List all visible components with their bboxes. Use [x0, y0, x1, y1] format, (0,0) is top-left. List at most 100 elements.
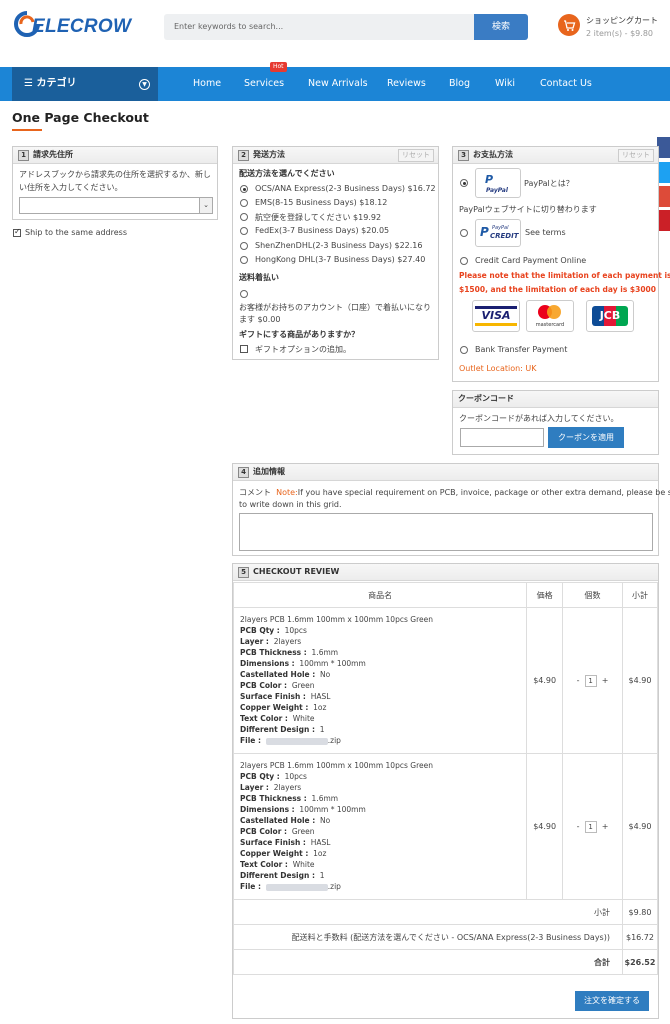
categories-menu[interactable]: ☰ カテゴリ ▼ [12, 67, 158, 101]
cod-title: 送料着払い [239, 273, 279, 282]
cod-desc: お客様がお持ちのアカウント（口座）で着払いになり [239, 303, 431, 312]
cod-radio[interactable] [240, 290, 248, 298]
qty-cell: - 1 + [562, 607, 623, 754]
coupon-input[interactable] [460, 428, 544, 447]
search-button[interactable]: 検索 [474, 14, 528, 40]
spec-value: No [320, 670, 331, 679]
categories-label: カテゴリ [36, 78, 77, 89]
spec-line: PCB Thickness : 1.6mm [240, 794, 338, 803]
spec-value: Green [291, 827, 315, 836]
spec-value: 10pcs [284, 772, 307, 781]
search-input[interactable]: Enter keywords to search... [164, 14, 476, 40]
nav-home[interactable]: Home [193, 67, 221, 101]
qty-increase-button[interactable]: + [602, 822, 609, 831]
coupon-panel: クーポンコード クーポンコードがあれば入力してください。 クーポンを適用 [452, 390, 659, 455]
nav-blog[interactable]: Blog [449, 67, 470, 101]
nav-contact-us[interactable]: Contact Us [540, 67, 592, 101]
spec-key: Castellated Hole : [240, 670, 316, 679]
step-number: 1 [18, 150, 29, 161]
spec-line: Castellated Hole : No [240, 670, 330, 679]
subtotal-row: 小計 $9.80 [233, 899, 659, 925]
spec-value: No [320, 816, 331, 825]
bank-transfer-radio[interactable] [460, 346, 468, 354]
shipping-reset-button[interactable]: リセット [398, 149, 434, 162]
same-address-label: Ship to the same address [25, 228, 127, 237]
spec-value: 2layers [273, 783, 302, 792]
total-label: 合計 [233, 949, 623, 975]
nav-wiki[interactable]: Wiki [495, 67, 515, 101]
price-cell: $4.90 [526, 607, 564, 754]
paypal-credit-radio[interactable] [460, 229, 468, 237]
file-ext: .zip [327, 882, 341, 891]
shipping-radio-szdhl[interactable] [240, 242, 248, 250]
spec-key: PCB Qty : [240, 626, 280, 635]
shipping-radio-ocs[interactable] [240, 185, 248, 193]
qty-increase-button[interactable]: + [602, 676, 609, 685]
shipping-radio-fedex[interactable] [240, 227, 248, 235]
review-table: 商品名 価格 個数 小計 2layers PCB 1.6mm 100mm x 1… [232, 582, 659, 975]
nav-reviews[interactable]: Reviews [387, 67, 426, 101]
spec-line: Castellated Hole : No [240, 816, 330, 825]
paypal-logo-text: PayPal [486, 187, 508, 194]
file-label: File : [240, 882, 261, 891]
product-details: 2layers PCB 1.6mm 100mm x 100mm 10pcs Gr… [234, 608, 526, 753]
checkout-review-panel: 5 CHECKOUT REVIEW 商品名 価格 個数 小計 2layers PC… [232, 563, 659, 1019]
jcb-text: JCB [592, 306, 628, 326]
additional-info-panel: 4 追加情報 コメント Note:If you have special requ… [232, 463, 670, 556]
spec-line: Text Color : White [240, 860, 315, 869]
total-row: 合計 $26.52 [233, 949, 659, 975]
nav-new-arrivals[interactable]: New Arrivals [308, 67, 368, 101]
spec-key: Surface Finish : [240, 838, 306, 847]
elecrow-logo[interactable]: ELECROW [12, 9, 142, 39]
shipping-radio-ems[interactable] [240, 199, 248, 207]
shipping-radio-airmail[interactable] [240, 213, 248, 221]
qty-decrease-button[interactable]: - [577, 676, 580, 685]
cart-icon[interactable] [558, 14, 580, 36]
spec-value: 100mm * 100mm [299, 659, 366, 668]
chevron-down-icon: ▼ [139, 79, 150, 90]
same-address-checkbox[interactable] [13, 227, 21, 237]
limit-note-2: $1500, and the limitation of each day is… [459, 285, 656, 294]
table-header-row: 商品名 価格 個数 小計 [232, 582, 659, 608]
billing-desc: アドレスブックから請求先の住所を選択するか、新し [19, 170, 211, 179]
cart-summary[interactable]: 2 item(s) - $9.80 [586, 29, 653, 38]
comment-note-2: to write down in this grid. [239, 500, 342, 509]
subtotal-cell: $4.90 [621, 607, 659, 754]
spec-line: Copper Weight : 1oz [240, 703, 326, 712]
shipping-radio-hkdhl[interactable] [240, 256, 248, 264]
step-number: 5 [238, 567, 249, 578]
spec-key: PCB Color : [240, 827, 288, 836]
shipping-option-fedex: FedEx(3-7 Business Days) $20.05 [255, 226, 390, 235]
paypal-radio[interactable] [460, 179, 468, 187]
paypal-credit-terms-link[interactable]: See terms [525, 228, 566, 237]
nav-services[interactable]: Services [244, 67, 284, 101]
bank-transfer-label: Bank Transfer Payment [475, 345, 568, 354]
spec-line: PCB Color : Green [240, 681, 315, 690]
spec-key: Text Color : [240, 860, 288, 869]
qty-input[interactable]: 1 [584, 820, 597, 833]
qty-decrease-button[interactable]: - [577, 822, 580, 831]
step-number: 3 [458, 150, 469, 161]
qty-input[interactable]: 1 [584, 674, 597, 687]
gift-option-checkbox[interactable] [240, 345, 248, 353]
shipping-method-panel: 2 発送方法 リセット 配送方法を選んでください OCS/ANA Express(2… [232, 146, 439, 360]
subtotal-cell: $4.90 [621, 753, 659, 900]
paypal-what-link[interactable]: PayPalとは？ [524, 178, 574, 189]
spec-value: White [292, 860, 315, 869]
comment-textarea[interactable] [239, 513, 653, 551]
comment-label: コメント [239, 488, 271, 497]
spec-key: Castellated Hole : [240, 816, 316, 825]
payment-reset-button[interactable]: リセット [618, 149, 654, 162]
mastercard-logo: mastercard [526, 300, 574, 332]
spec-key: Text Color : [240, 714, 288, 723]
cart-title[interactable]: ショッピングカート [586, 15, 658, 26]
spec-value: 1 [319, 871, 325, 880]
payment-header: 3 お支払方法 リセット [453, 147, 658, 164]
select-arrow-icon: ⌄ [199, 198, 212, 213]
file-line: File : .zip [240, 736, 341, 745]
place-order-button[interactable]: 注文を確定する [575, 991, 649, 1011]
apply-coupon-button[interactable]: クーポンを適用 [548, 427, 624, 448]
list-icon: ☰ [24, 78, 37, 89]
credit-card-radio[interactable] [460, 257, 468, 265]
billing-address-select[interactable]: ⌄ [19, 197, 213, 214]
